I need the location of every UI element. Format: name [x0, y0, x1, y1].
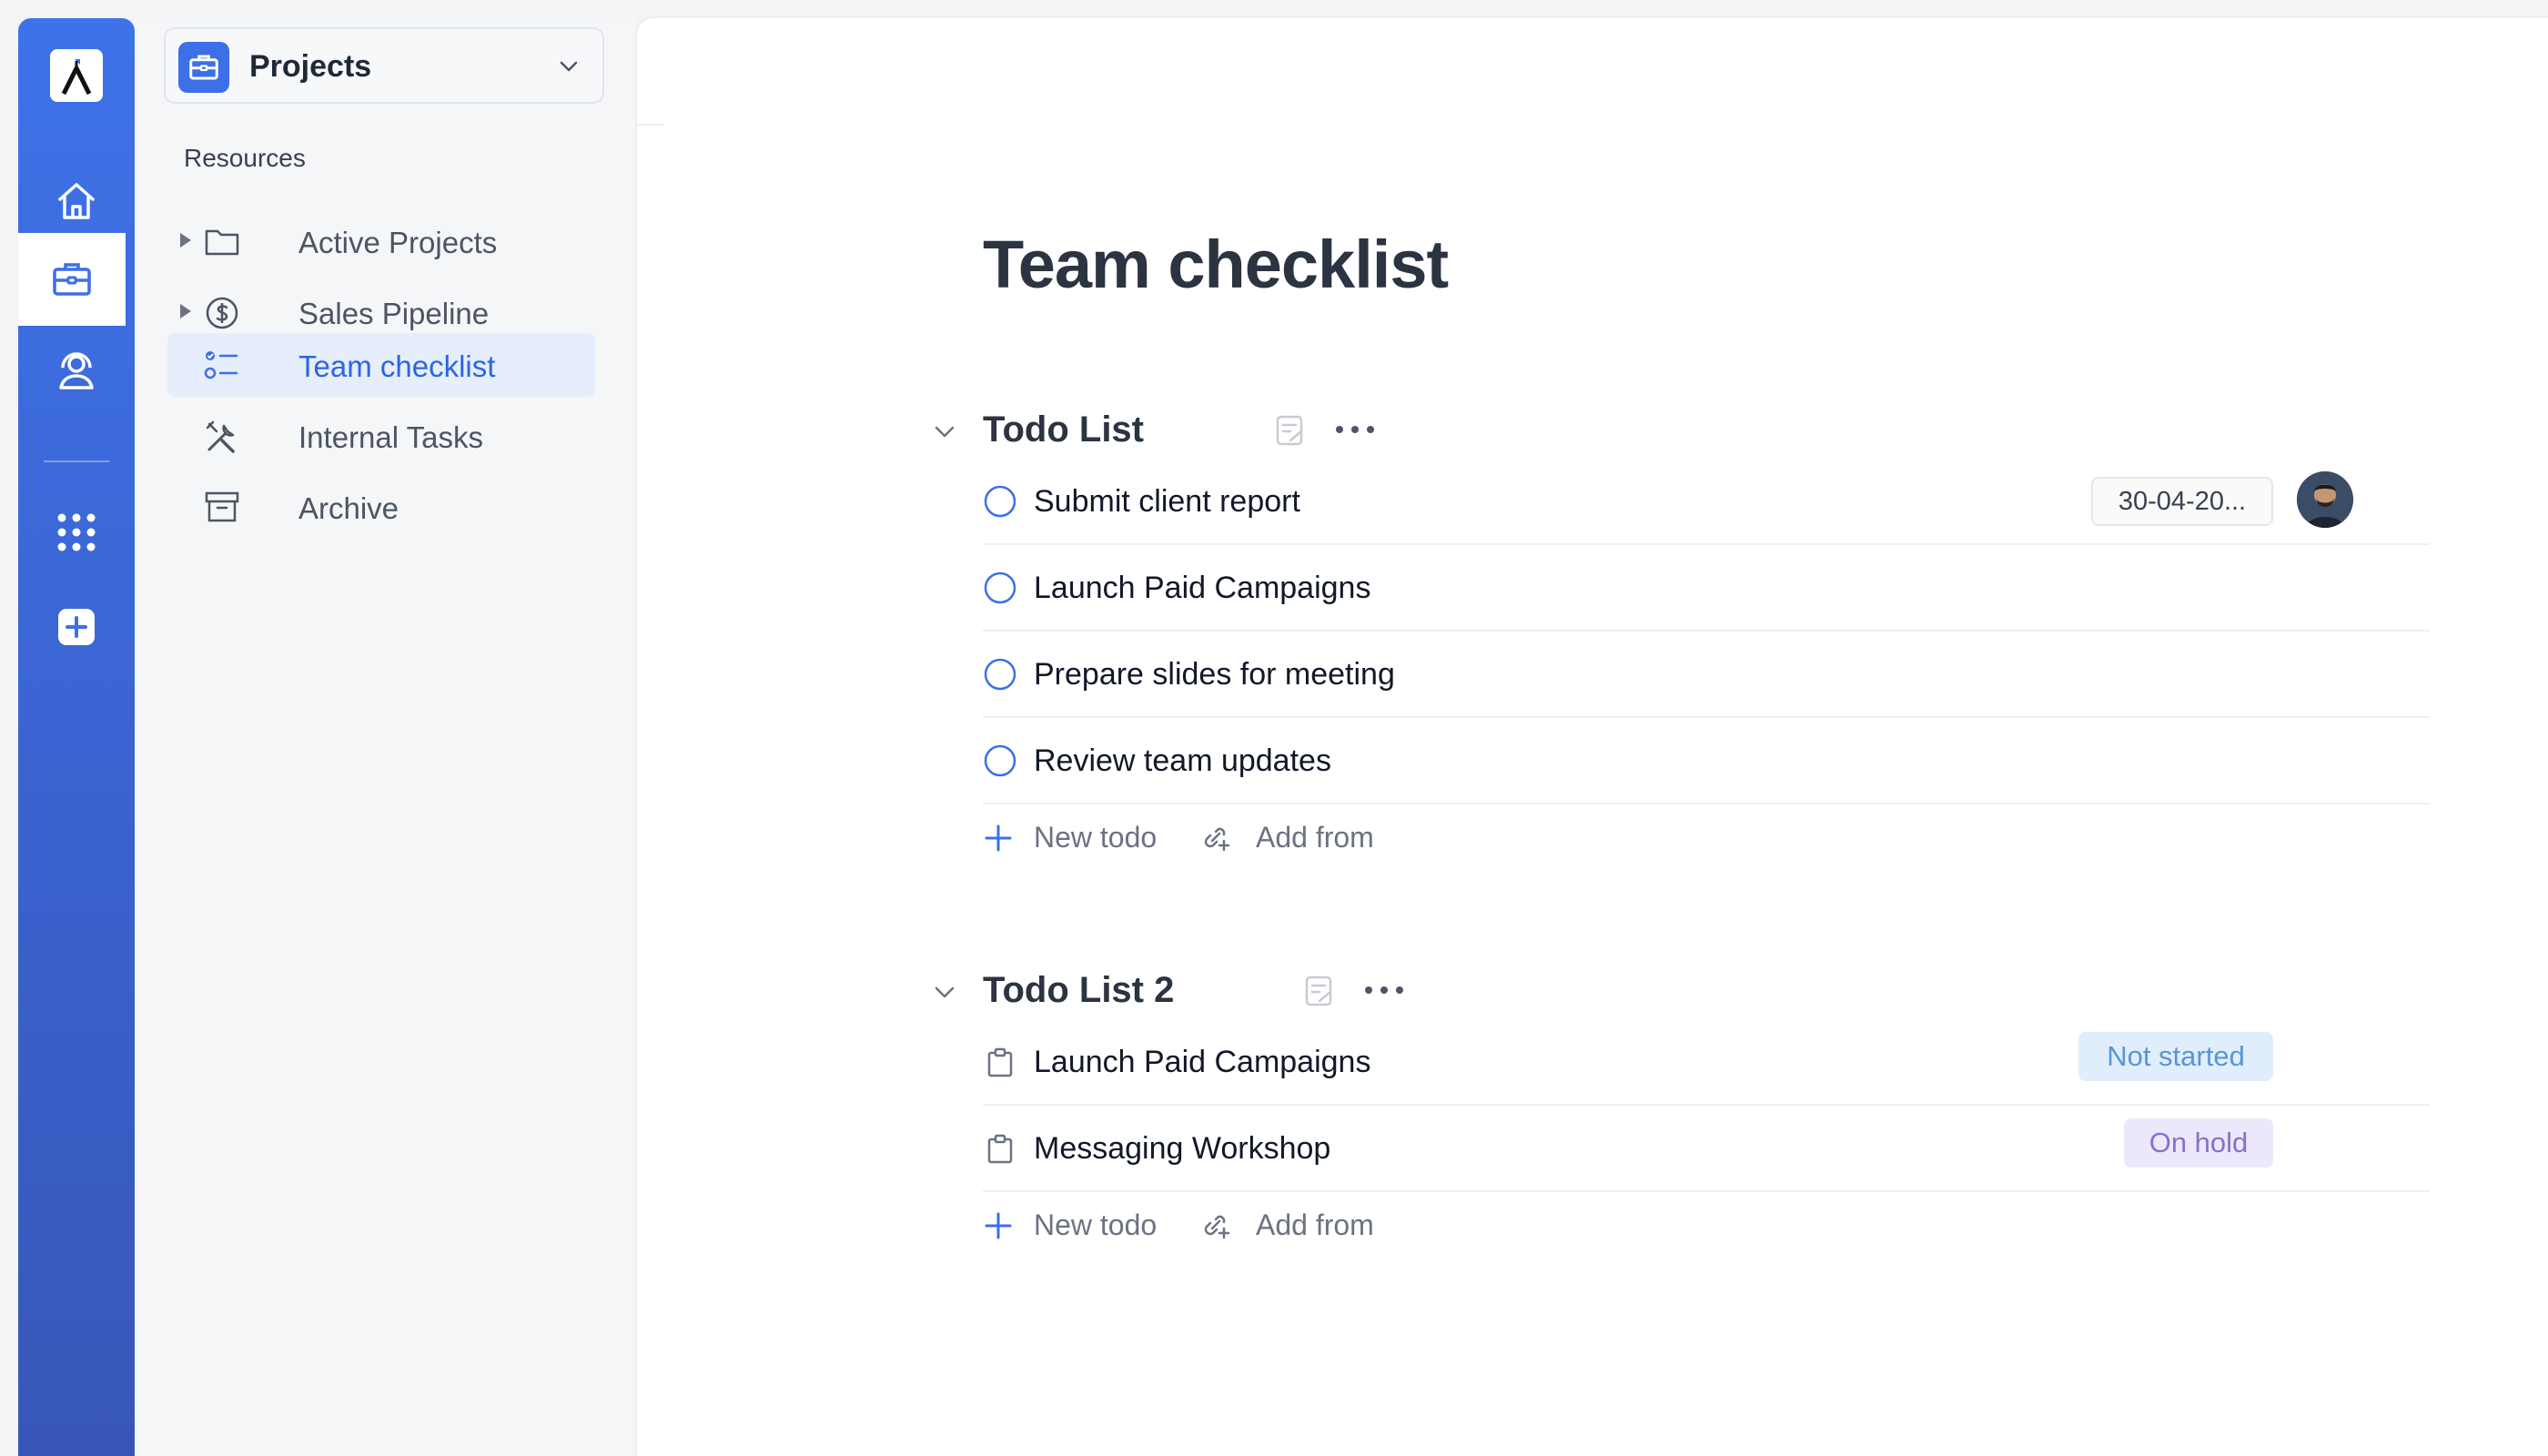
sidebar-item-label: Active Projects [298, 226, 498, 259]
todo-item-text: Launch Paid Campaigns [1034, 571, 1371, 605]
rail-divider [44, 460, 109, 462]
sidebar-item-label: Archive [298, 491, 399, 525]
logo-a-icon [61, 59, 92, 96]
checkbox-circle-icon[interactable] [983, 657, 1017, 692]
todo-item[interactable]: Launch Paid Campaigns Not started [983, 1019, 2430, 1106]
add-from-button[interactable]: Add from [1256, 821, 1374, 854]
todo-list-actions: New todo Add from [983, 810, 1802, 864]
assignee-avatar[interactable] [2297, 471, 2353, 528]
expand-caret-icon[interactable] [180, 233, 191, 248]
status-badge[interactable]: Not started [2078, 1032, 2273, 1081]
checkbox-circle-icon[interactable] [983, 484, 1017, 519]
apps-grid-icon [57, 513, 96, 551]
sidebar-item-archive[interactable]: Archive [167, 475, 595, 539]
add-from-button[interactable]: Add from [1256, 1208, 1374, 1242]
todo-item-text: Submit client report [1034, 484, 1300, 519]
note-icon[interactable] [1274, 413, 1307, 448]
todo-item-text: Prepare slides for meeting [1034, 657, 1395, 692]
clipboard-icon[interactable] [983, 1045, 1017, 1079]
due-date-chip[interactable]: 30-04-20... [2091, 477, 2273, 526]
sidebar: Projects Resources Active Projects Sales… [135, 18, 637, 1456]
app-rail [18, 18, 135, 1456]
home-icon [58, 183, 95, 219]
status-badge[interactable]: On hold [2124, 1118, 2273, 1168]
todo-item-text: Launch Paid Campaigns [1034, 1045, 1371, 1079]
plus-icon[interactable] [983, 1210, 1014, 1241]
new-todo-button[interactable]: New todo [1034, 1208, 1157, 1242]
todo-list-title[interactable]: Todo List 2 [983, 970, 1174, 1011]
user-avatar-icon [2297, 471, 2353, 528]
contact-support-icon [59, 352, 94, 389]
app-logo[interactable] [50, 49, 103, 102]
archive-box-icon [205, 491, 239, 522]
rail-apps[interactable] [18, 486, 135, 579]
tools-icon [206, 420, 235, 453]
note-icon[interactable] [1303, 974, 1336, 1008]
folder-icon [205, 229, 239, 256]
new-todo-button[interactable]: New todo [1034, 821, 1157, 854]
chevron-down-icon [560, 61, 578, 72]
sidebar-item-label: Internal Tasks [298, 420, 483, 454]
workspace-selector[interactable]: Projects [164, 27, 604, 104]
todo-list-header: Todo List [928, 400, 1656, 455]
briefcase-icon [189, 55, 218, 80]
todo-item[interactable]: Prepare slides for meeting [983, 632, 2430, 718]
link-add-icon[interactable] [1199, 1210, 1230, 1241]
dollar-circle-icon [206, 297, 238, 329]
plus-icon[interactable] [983, 823, 1014, 854]
todo-list-header: Todo List 2 [928, 961, 1656, 1016]
todo-list-title[interactable]: Todo List [983, 410, 1144, 450]
add-square-icon [58, 609, 95, 645]
sidebar-item-label: Sales Pipeline [298, 297, 490, 330]
chevron-down-icon[interactable] [928, 976, 961, 1008]
rail-projects[interactable] [18, 233, 126, 326]
rail-support[interactable] [18, 324, 135, 417]
checkbox-circle-icon[interactable] [983, 571, 1017, 605]
rail-add[interactable] [18, 581, 135, 673]
page-title: Team checklist [983, 227, 1449, 302]
chevron-down-icon[interactable] [928, 415, 961, 448]
workspace-badge [178, 42, 229, 93]
todo-item[interactable]: Submit client report 30-04-20... [983, 459, 2430, 545]
divider [637, 124, 664, 126]
sidebar-item-active-projects[interactable]: Active Projects [167, 209, 595, 273]
sidebar-item-label: Team checklist [298, 349, 496, 383]
section-label-resources: Resources [184, 144, 306, 172]
todo-item[interactable]: Messaging Workshop On hold [983, 1106, 2430, 1192]
sidebar-item-internal-tasks[interactable]: Internal Tasks [167, 404, 595, 468]
todo-list-actions: New todo Add from [983, 1198, 1802, 1252]
todo-item-text: Messaging Workshop [1034, 1131, 1331, 1166]
main-panel: Team checklist Todo List Submit client r… [637, 18, 2548, 1456]
expand-caret-icon[interactable] [180, 304, 191, 318]
todo-item-text: Review team updates [1034, 743, 1331, 778]
workspace-title: Projects [249, 49, 372, 84]
sidebar-item-team-checklist[interactable]: Team checklist [167, 333, 595, 397]
link-add-icon[interactable] [1199, 823, 1230, 854]
clipboard-icon[interactable] [983, 1131, 1017, 1166]
todo-item[interactable]: Review team updates [983, 718, 2430, 804]
briefcase-icon [53, 263, 91, 296]
more-options-icon[interactable] [1334, 424, 1376, 435]
more-options-icon[interactable] [1363, 985, 1405, 996]
checkbox-circle-icon[interactable] [983, 743, 1017, 778]
checklist-icon [204, 351, 238, 379]
todo-item[interactable]: Launch Paid Campaigns [983, 545, 2430, 632]
